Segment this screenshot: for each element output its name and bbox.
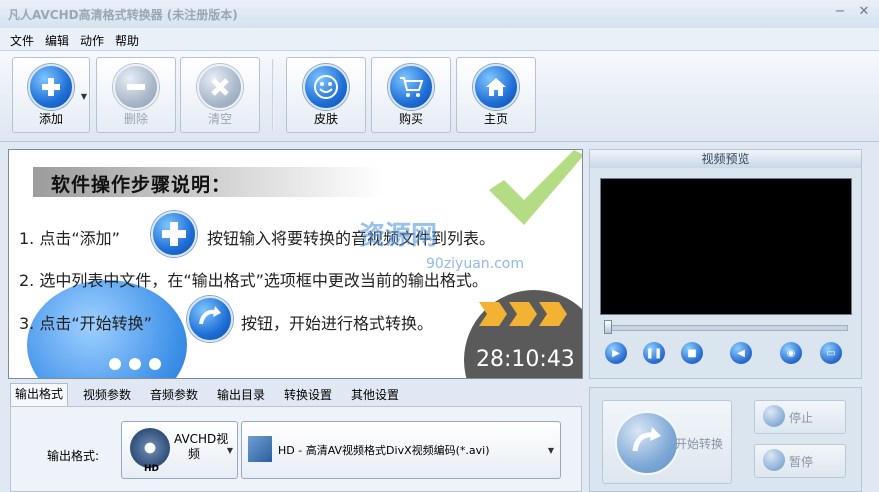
step-1-prefix: 1. 点击“添加” bbox=[19, 229, 120, 248]
plus-icon bbox=[28, 64, 74, 110]
output-format-label: 输出格式: bbox=[47, 449, 100, 463]
skin-label: 皮肤 bbox=[313, 112, 338, 126]
convert-step-icon bbox=[187, 296, 233, 342]
clear-label: 清空 bbox=[207, 112, 232, 126]
tab-audio-params[interactable]: 音频参数 bbox=[146, 385, 202, 405]
menu-file[interactable]: 文件 bbox=[10, 32, 34, 49]
tab-output-format[interactable]: 输出格式 bbox=[10, 383, 69, 407]
disc-icon bbox=[130, 428, 170, 468]
step-1-suffix: 按钮输入将要转换的音视频文件到列表。 bbox=[207, 229, 496, 248]
window-title: 凡人AVCHD高清格式转换器 (未注册版本) bbox=[8, 8, 238, 22]
home-icon bbox=[473, 64, 519, 110]
skin-button[interactable]: 皮肤 bbox=[286, 57, 366, 133]
add-button[interactable]: ▼ 添加 bbox=[12, 57, 90, 133]
seek-slider[interactable] bbox=[604, 325, 848, 331]
file-list-area[interactable]: 软件操作步骤说明： 28:10:43 1. 点击“添加” 按钮输入将要转换的音视… bbox=[8, 149, 583, 379]
home-label: 主页 bbox=[483, 112, 508, 126]
video-file-icon bbox=[248, 436, 272, 462]
title-bar: 凡人AVCHD高清格式转换器 (未注册版本) − ✕ bbox=[0, 0, 879, 28]
cart-icon bbox=[388, 64, 434, 110]
codec-select[interactable]: HD - 高清AV视频格式DivX视频编码(*.avi) ▼ bbox=[241, 421, 561, 479]
add-dropdown-icon[interactable]: ▼ bbox=[81, 92, 87, 101]
window-controls: − ✕ bbox=[833, 4, 871, 20]
start-convert-label: 开始转换 bbox=[675, 437, 724, 451]
seek-slider-thumb[interactable] bbox=[604, 320, 612, 334]
video-preview-panel: 视频预览 ▶ ❚❚ ■ ◀ ◉ ▭ bbox=[589, 149, 862, 379]
stop-icon[interactable]: ■ bbox=[681, 342, 703, 364]
add-label: 添加 bbox=[38, 112, 63, 126]
video-screen bbox=[600, 178, 852, 315]
format-category-line1: AVCHD视 bbox=[174, 432, 229, 446]
play-icon[interactable]: ▶ bbox=[605, 342, 627, 364]
pause-icon[interactable]: ❚❚ bbox=[643, 342, 665, 364]
snapshot-icon[interactable]: ◉ bbox=[780, 342, 802, 364]
start-convert-button[interactable]: 开始转换 bbox=[602, 400, 732, 484]
hd-badge: HD bbox=[144, 464, 160, 474]
chevron-down-icon[interactable]: ▼ bbox=[227, 446, 233, 455]
smiley-icon bbox=[303, 64, 349, 110]
buy-button[interactable]: 购买 bbox=[371, 57, 451, 133]
home-button[interactable]: 主页 bbox=[456, 57, 536, 133]
menu-action[interactable]: 动作 bbox=[80, 32, 104, 49]
clear-button[interactable]: 清空 bbox=[180, 57, 260, 133]
step-2: 2. 选中列表中文件，在“输出格式”选项框中更改当前的输出格式。 bbox=[19, 271, 488, 290]
format-category-value: AVCHD视 频 bbox=[174, 432, 228, 462]
pause-label: 暂停 bbox=[789, 455, 814, 469]
minus-icon bbox=[113, 64, 159, 110]
guide-title: 软件操作步骤说明： bbox=[51, 174, 232, 196]
tab-output-directory[interactable]: 输出目录 bbox=[213, 385, 269, 405]
buy-label: 购买 bbox=[398, 112, 423, 126]
toolbar-separator bbox=[272, 59, 274, 131]
tab-conversion-settings[interactable]: 转换设置 bbox=[280, 385, 336, 405]
delete-label: 删除 bbox=[123, 112, 148, 126]
format-category-select[interactable]: HD AVCHD视 频 ▼ bbox=[121, 421, 238, 479]
settings-tabs: 输出格式 视频参数 音频参数 输出目录 转换设置 其他设置 bbox=[8, 383, 581, 407]
clapper-stripes-icon bbox=[479, 302, 567, 326]
x-icon bbox=[197, 64, 243, 110]
menu-bar: 文件 编辑 动作 帮助 bbox=[0, 28, 879, 50]
pause-button[interactable]: 暂停 bbox=[754, 444, 846, 478]
chat-dots-icon bbox=[109, 358, 161, 370]
format-category-line2: 频 bbox=[188, 447, 201, 461]
stop-button-icon bbox=[763, 405, 785, 427]
clock-time: 28:10:43 bbox=[476, 347, 575, 372]
output-format-panel: 输出格式: HD AVCHD视 频 ▼ HD - 高清AV视频格式DivX视频编… bbox=[10, 406, 582, 492]
delete-button[interactable]: 删除 bbox=[96, 57, 176, 133]
stop-button[interactable]: 停止 bbox=[754, 400, 846, 434]
add-step-icon bbox=[151, 211, 197, 257]
codec-value: HD - 高清AV视频格式DivX视频编码(*.avi) bbox=[278, 444, 490, 457]
tab-other-settings[interactable]: 其他设置 bbox=[347, 385, 403, 405]
step-3-prefix: 3. 点击“开始转换” bbox=[19, 314, 152, 333]
menu-help[interactable]: 帮助 bbox=[115, 32, 139, 49]
close-button[interactable]: ✕ bbox=[857, 4, 871, 20]
folder-icon[interactable]: ▭ bbox=[820, 342, 842, 364]
step-3-suffix: 按钮，开始进行格式转换。 bbox=[241, 314, 434, 333]
minimize-button[interactable]: − bbox=[833, 4, 847, 20]
volume-icon[interactable]: ◀ bbox=[730, 342, 752, 364]
toolbar: ▼ 添加 删除 清空 皮肤 购买 主页 bbox=[0, 50, 879, 142]
tab-video-params[interactable]: 视频参数 bbox=[79, 385, 135, 405]
convert-icon bbox=[615, 411, 679, 475]
watermark-text: 资源网 bbox=[359, 221, 438, 251]
preview-title: 视频预览 bbox=[590, 150, 861, 168]
menu-edit[interactable]: 编辑 bbox=[45, 32, 69, 49]
conversion-actions-panel: 开始转换 停止 暂停 bbox=[589, 387, 862, 492]
chevron-down-icon[interactable]: ▼ bbox=[548, 446, 554, 455]
stop-label: 停止 bbox=[789, 411, 814, 425]
pause-button-icon bbox=[763, 449, 785, 471]
